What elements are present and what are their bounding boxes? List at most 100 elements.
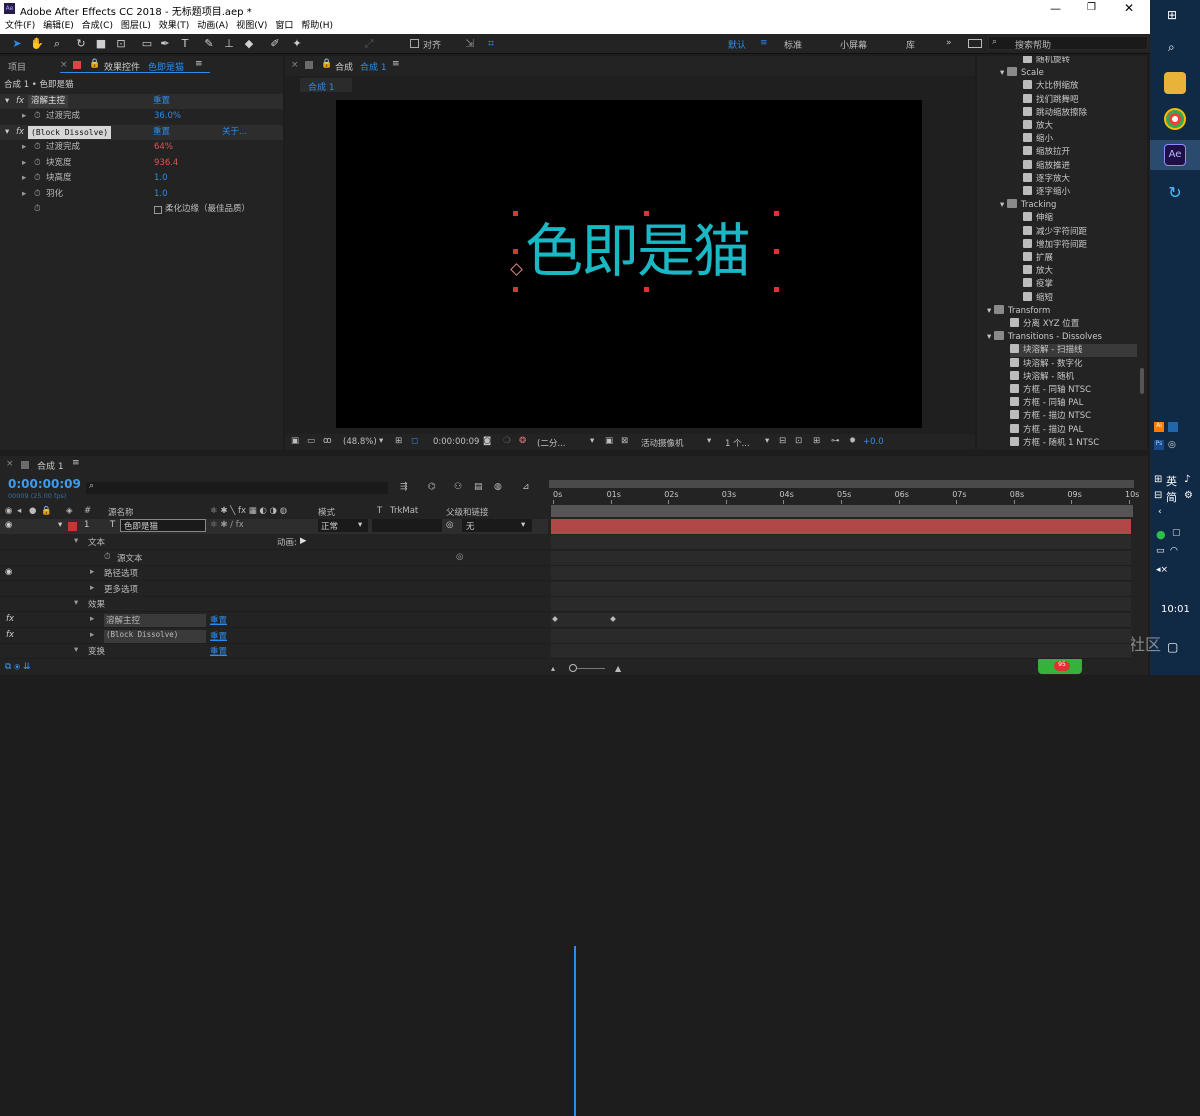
- zoom-slider-track[interactable]: [577, 668, 605, 669]
- chevron-down-icon[interactable]: ▾: [74, 645, 78, 655]
- preset-item[interactable]: 缩短: [1023, 291, 1053, 305]
- preset-item[interactable]: 方框 - 描边 NTSC: [1010, 410, 1091, 423]
- transform-handle[interactable]: [774, 249, 779, 254]
- chevron-right-icon[interactable]: ▸: [22, 187, 26, 202]
- wifi-icon[interactable]: ◠: [1170, 546, 1178, 556]
- lock-icon[interactable]: 🔒: [89, 59, 100, 69]
- preset-item[interactable]: 大比例缩放: [1023, 80, 1079, 93]
- stopwatch-icon[interactable]: ⏱: [104, 552, 111, 562]
- close-tab-icon[interactable]: ×: [291, 60, 299, 70]
- layer-switches-icon[interactable]: ⚛ ✱ ∕ fx: [210, 520, 244, 530]
- chevron-down-icon[interactable]: ▾: [58, 520, 62, 530]
- property-row[interactable]: ▸ 更多选项: [0, 582, 548, 597]
- pan-behind-tool-icon[interactable]: ⊡: [114, 37, 128, 51]
- fx-icon[interactable]: fx: [6, 614, 14, 624]
- chevron-down-icon[interactable]: ▾: [1000, 68, 1007, 78]
- selection-tool-icon[interactable]: ➤: [10, 37, 24, 51]
- stopwatch-icon[interactable]: ⏱: [34, 156, 41, 171]
- fx-icon[interactable]: fx: [16, 125, 24, 140]
- chevron-down-icon[interactable]: ▾: [590, 436, 594, 446]
- toggle-switches-icon[interactable]: ⧉ ⦿ ⇊: [5, 662, 31, 672]
- stopwatch-icon[interactable]: ⏱: [34, 187, 41, 202]
- volume-icon[interactable]: ◂×: [1156, 565, 1168, 575]
- effect-row-block-dissolve[interactable]: ▾ fx (Block Dissolve) 重置 关于...: [0, 125, 283, 140]
- lock-icon[interactable]: 🔒: [321, 59, 332, 69]
- playhead[interactable]: [573, 946, 576, 1116]
- browser-icon[interactable]: ↻: [1164, 182, 1186, 204]
- menu-composition[interactable]: 合成(C): [82, 18, 113, 31]
- tab-project[interactable]: 项目: [8, 60, 26, 73]
- brush-tool-icon[interactable]: ✎: [202, 37, 216, 51]
- chevron-down-icon[interactable]: ▾: [707, 436, 711, 446]
- animate-menu-label[interactable]: 动画:: [277, 536, 297, 548]
- property-row[interactable]: ⏱ 源文本 ◎: [0, 551, 548, 566]
- windows-start-icon[interactable]: ⊞: [1167, 8, 1177, 22]
- zoom-tool-icon[interactable]: ⌕: [50, 37, 64, 51]
- always-preview-icon[interactable]: ▣: [291, 436, 299, 446]
- type-tool-icon[interactable]: T: [178, 37, 192, 51]
- effect-reset-button[interactable]: 重置: [153, 125, 170, 140]
- preset-item[interactable]: 分离 XYZ 位置: [1010, 318, 1079, 331]
- ime-script[interactable]: 简: [1166, 489, 1177, 505]
- align-checkbox[interactable]: [410, 39, 419, 48]
- chevron-right-icon[interactable]: ▸: [22, 140, 26, 155]
- preset-item[interactable]: 缩小: [1023, 133, 1053, 146]
- after-effects-icon[interactable]: Ae: [1164, 144, 1186, 166]
- chrome-icon[interactable]: [1164, 108, 1186, 130]
- flowchart-icon[interactable]: ⊶: [831, 436, 840, 446]
- workspace-standard[interactable]: 标准: [784, 38, 802, 51]
- text-layer-bounds[interactable]: 色即是猫: [510, 211, 779, 292]
- panel-menu-icon[interactable]: ≡: [392, 59, 400, 69]
- prop-value[interactable]: 936.4: [154, 156, 178, 171]
- rectangle-tool-icon[interactable]: ▭: [140, 37, 154, 51]
- composition-text[interactable]: 色即是猫: [525, 218, 751, 284]
- chevron-down-icon[interactable]: ▾: [5, 94, 9, 109]
- toggle-pixel-icon[interactable]: ⊟: [779, 436, 786, 446]
- work-area-range[interactable]: [551, 505, 1133, 517]
- property-track[interactable]: [551, 628, 1131, 644]
- property-track[interactable]: [551, 644, 1131, 660]
- preset-folder[interactable]: ▾ Tracking: [1000, 199, 1056, 212]
- chevron-right-icon[interactable]: ▸: [22, 156, 26, 171]
- parent-select[interactable]: 无 ▾: [462, 519, 532, 532]
- zoom-in-icon[interactable]: ▲: [615, 664, 621, 673]
- workspace-overflow-icon[interactable]: »: [946, 38, 952, 48]
- preset-item[interactable]: 块溶解 - 随机: [1010, 370, 1074, 384]
- label-color-swatch[interactable]: [68, 522, 77, 531]
- transform-handle[interactable]: [774, 211, 779, 216]
- show-snapshot-icon[interactable]: ❍: [503, 436, 511, 446]
- preset-item[interactable]: 逐字缩小: [1023, 186, 1070, 199]
- animate-arrow-icon[interactable]: ▶: [300, 536, 307, 546]
- transform-handle[interactable]: [774, 287, 779, 292]
- timeline-icon[interactable]: ⊞: [813, 436, 820, 446]
- current-time[interactable]: 0:00:00:09: [433, 437, 479, 447]
- preset-item[interactable]: 方框 - 描边 PAL: [1010, 423, 1083, 437]
- menu-effect[interactable]: 效果(T): [159, 18, 190, 31]
- sync-settings-icon[interactable]: [968, 39, 982, 48]
- preset-item[interactable]: 缩放推进: [1023, 159, 1070, 173]
- camera-tool-icon[interactable]: ■: [94, 37, 108, 51]
- minimize-icon[interactable]: —: [1050, 2, 1061, 15]
- transform-handle[interactable]: [513, 249, 518, 254]
- chevron-down-icon[interactable]: ▾: [5, 125, 9, 140]
- motion-blur-icon[interactable]: ◍: [494, 482, 502, 492]
- prop-value[interactable]: 64%: [154, 140, 173, 155]
- preset-item[interactable]: 方框 - 同轴 PAL: [1010, 397, 1083, 410]
- rotate-tool-icon[interactable]: ↻: [74, 37, 88, 51]
- preset-item[interactable]: 方框 - 同轴 NTSC: [1010, 384, 1091, 397]
- workspace-default[interactable]: 默认: [728, 38, 746, 51]
- layer-row[interactable]: ◉ ▾ 1 T 色即是猫 ⚛ ✱ ∕ fx 正常 ▾ ◎ 无 ▾: [0, 519, 548, 534]
- region-interest-icon[interactable]: ◻: [411, 436, 418, 446]
- illustrator-tray-icon[interactable]: Ai: [1154, 422, 1164, 432]
- effect-row-dissolve-master[interactable]: ▾ fx 溶解主控 重置: [0, 94, 283, 109]
- close-icon[interactable]: ✕: [1124, 1, 1134, 15]
- wechat-icon[interactable]: ●: [1156, 528, 1166, 541]
- preset-item[interactable]: 找们跳舞吧: [1023, 93, 1079, 107]
- transform-handle[interactable]: [644, 211, 649, 216]
- pickwhip-icon[interactable]: ◎: [446, 520, 453, 530]
- graph-editor-icon[interactable]: ⊿: [522, 482, 530, 492]
- source-name-header[interactable]: 源名称: [108, 506, 134, 518]
- property-track[interactable]: [551, 597, 1131, 613]
- tray-app-icon[interactable]: ◎: [1168, 440, 1176, 450]
- workspace-small-screen[interactable]: 小屏幕: [840, 38, 867, 51]
